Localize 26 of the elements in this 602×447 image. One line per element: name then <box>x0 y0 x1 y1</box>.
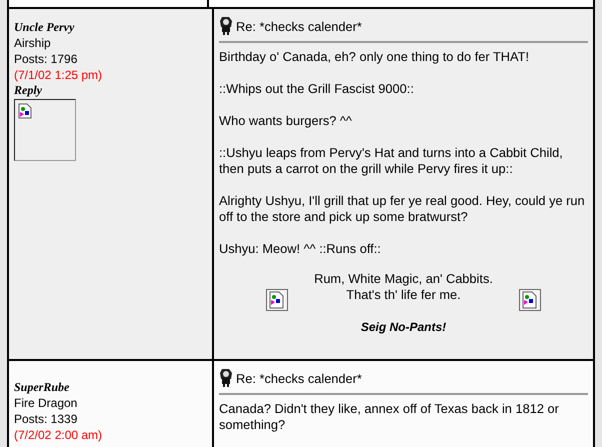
figure-icon <box>219 368 233 388</box>
post-title: Re: *checks calender* <box>236 370 362 386</box>
signature-line: That's th' life fer me. <box>345 287 462 303</box>
post-title: Re: *checks calender* <box>236 18 362 34</box>
broken-image-icon <box>18 103 32 119</box>
member-rank: Fire Dragon <box>14 395 78 411</box>
post-count: Posts: 1339 <box>14 411 78 427</box>
post-paragraph: Canada? Didn't they like, annex off of Texas back in 1812 or something? <box>219 401 560 433</box>
post-paragraph: Who wants burgers? ^^ <box>219 113 353 129</box>
signature-line: Rum, White Magic, an' Cabbits. <box>314 271 493 287</box>
signature-closing: Seig No-Pants! <box>360 319 448 335</box>
post-date: (7/1/02 1:25 pm) <box>14 67 104 83</box>
author-name: SuperRube <box>14 380 70 395</box>
post-date: (7/2/02 2:00 am) <box>14 427 104 443</box>
broken-image-icon <box>266 289 288 311</box>
reply-link[interactable]: Reply <box>14 83 42 98</box>
post-paragraph: Ushyu: Meow! ^^ ::Runs off:: <box>219 241 382 257</box>
figure-icon <box>219 16 233 36</box>
broken-image-icon <box>518 289 541 311</box>
author-name: Uncle Pervy <box>14 20 76 35</box>
post-paragraph: Alrighty Ushyu, I'll grill that up fer ye real good. Hey, could ye run off to the store and pick up some bratwurst? <box>219 193 586 225</box>
post-count: Posts: 1796 <box>14 51 78 67</box>
post-paragraph: ::Whips out the Grill Fascist 9000:: <box>219 81 415 97</box>
post-paragraph: ::Ushyu leaps from Pervy's Hat and turns into a Cabbit Child, then puts a carrot on the grill while Pervy fires it up:: <box>219 145 564 177</box>
member-rank: Airship <box>14 35 52 51</box>
post-paragraph: Birthday o' Canada, eh? only one thing to do fer THAT! <box>219 49 530 65</box>
